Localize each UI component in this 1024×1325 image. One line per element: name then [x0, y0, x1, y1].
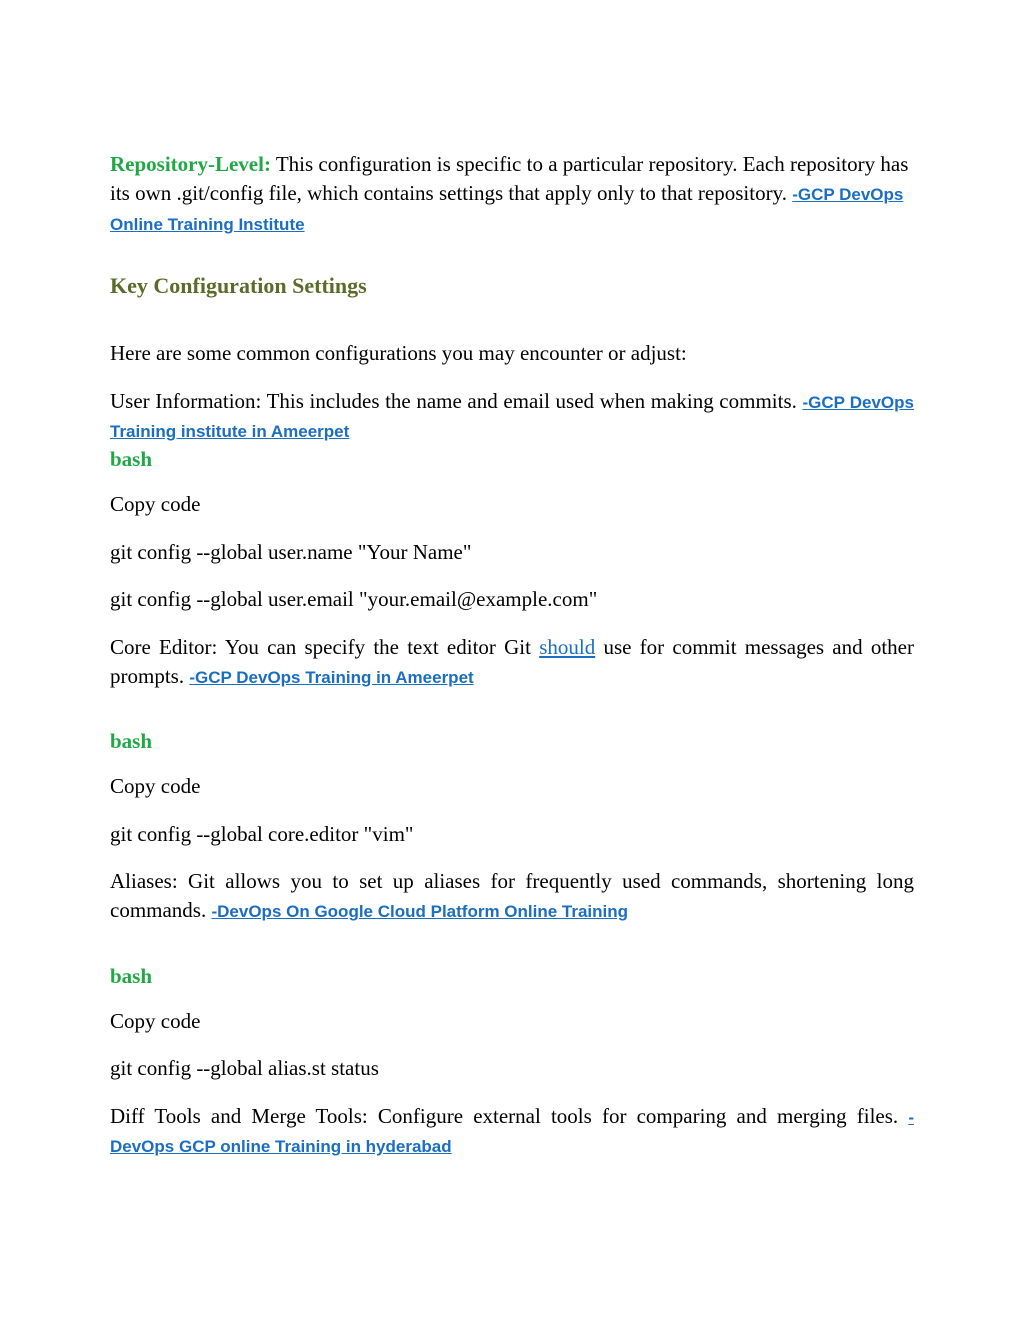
command-alias: git config --global alias.st status — [110, 1054, 914, 1083]
label-bash-1: bash — [110, 447, 914, 472]
paragraph-repository-level: Repository-Level: This configuration is … — [110, 150, 914, 238]
document-page: Repository-Level: This configuration is … — [0, 0, 1024, 1325]
link-gcp-devops-training-ameerpet[interactable]: -GCP DevOps Training in Ameerpet — [189, 668, 473, 687]
command-core-editor: git config --global core.editor "vim" — [110, 820, 914, 849]
paragraph-core-editor: Core Editor: You can specify the text ed… — [110, 633, 914, 692]
paragraph-user-information: User Information: This includes the name… — [110, 387, 914, 446]
text-user-information: User Information: This includes the name… — [110, 389, 802, 413]
label-bash-3: bash — [110, 964, 914, 989]
link-devops-google-cloud-training[interactable]: -DevOps On Google Cloud Platform Online … — [211, 902, 628, 921]
label-bash-2: bash — [110, 729, 914, 754]
command-user-name: git config --global user.name "Your Name… — [110, 538, 914, 567]
link-should[interactable]: should — [539, 635, 595, 659]
paragraph-intro-configs: Here are some common configurations you … — [110, 339, 914, 368]
label-repository-level: Repository-Level: — [110, 152, 271, 176]
label-copy-code-2: Copy code — [110, 772, 914, 801]
heading-key-configuration-settings: Key Configuration Settings — [110, 273, 914, 299]
label-copy-code-1: Copy code — [110, 490, 914, 519]
command-user-email: git config --global user.email "your.ema… — [110, 585, 914, 614]
label-copy-code-3: Copy code — [110, 1007, 914, 1036]
paragraph-diff-merge-tools: Diff Tools and Merge Tools: Configure ex… — [110, 1102, 914, 1161]
text-core-editor-1: Core Editor: You can specify the text ed… — [110, 635, 539, 659]
text-diff-merge: Diff Tools and Merge Tools: Configure ex… — [110, 1104, 908, 1128]
paragraph-aliases: Aliases: Git allows you to set up aliase… — [110, 867, 914, 926]
